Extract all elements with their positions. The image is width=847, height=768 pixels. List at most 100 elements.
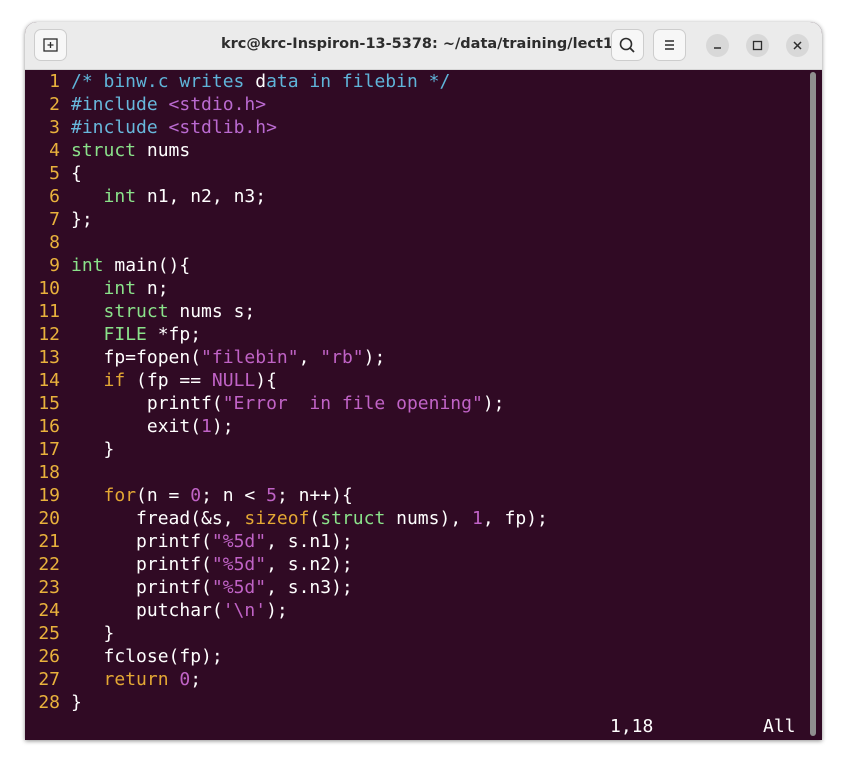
code-text: printf("%5d", s.n2); — [71, 554, 353, 575]
line-number: 21 — [38, 531, 60, 552]
line-number: 19 — [38, 485, 60, 506]
code-line: 28} — [25, 691, 82, 714]
line-number: 24 — [38, 600, 60, 621]
line-number: 7 — [49, 209, 60, 230]
code-line: 22 printf("%5d", s.n2); — [25, 553, 352, 576]
line-number: 28 — [38, 692, 60, 713]
code-text: printf("%5d", s.n3); — [71, 577, 353, 598]
minimize-button[interactable] — [706, 34, 729, 57]
scrollbar[interactable] — [810, 72, 816, 736]
line-number: 8 — [49, 232, 60, 253]
code-line: 20 fread(&s, sizeof(struct nums), 1, fp)… — [25, 507, 548, 530]
code-text: struct nums s; — [103, 301, 256, 322]
line-number: 18 — [38, 462, 60, 483]
close-icon — [793, 41, 802, 50]
code-line: 4 struct nums — [25, 139, 190, 162]
code-line: 27 return 0; — [25, 668, 201, 691]
code-text: { — [71, 163, 82, 184]
code-text: printf("Error in file opening"); — [71, 393, 505, 414]
maximize-icon — [752, 40, 763, 51]
code-line: 14 if (fp == NULL){ — [25, 369, 277, 392]
vim-editor[interactable]: 1,18 All 1 /* binw.c writes data in fileb… — [25, 70, 822, 740]
title-bar: krc@krc-Inspiron-13-5378: ~/data/trainin… — [25, 22, 822, 70]
code-text: putchar('\n'); — [71, 600, 288, 621]
code-line: 13 fp=fopen("filebin", "rb"); — [25, 346, 385, 369]
line-number: 16 — [38, 416, 60, 437]
code-text: int main(){ — [71, 255, 191, 276]
code-line: 3 #include <stdlib.h> — [25, 116, 277, 139]
search-icon — [619, 37, 635, 53]
line-number: 10 — [38, 278, 60, 299]
code-text: printf("%5d", s.n1); — [71, 531, 353, 552]
code-line: 17 } — [25, 438, 114, 461]
terminal-window: krc@krc-Inspiron-13-5378: ~/data/trainin… — [25, 22, 822, 740]
code-line: 1 /* binw.c writes data in filebin */ — [25, 70, 450, 93]
code-text: return 0; — [103, 669, 202, 690]
new-tab-icon — [43, 38, 58, 52]
line-number: 20 — [38, 508, 60, 529]
code-text: int n1, n2, n3; — [103, 186, 267, 207]
line-number: 25 — [38, 623, 60, 644]
code-line: 24 putchar('\n'); — [25, 599, 287, 622]
code-text: for(n = 0; n < 5; n++){ — [103, 485, 353, 506]
code-text: fp=fopen("filebin", "rb"); — [71, 347, 386, 368]
code-text: /* binw.c writes data in filebin */ — [71, 71, 451, 92]
code-text: struct nums — [71, 140, 191, 161]
menu-button[interactable] — [653, 29, 686, 61]
code-line: 21 printf("%5d", s.n1); — [25, 530, 352, 553]
code-text: #include <stdio.h> — [71, 94, 267, 115]
code-text: } — [71, 623, 115, 644]
hamburger-menu-icon — [665, 40, 674, 50]
code-line: 23 printf("%5d", s.n3); — [25, 576, 352, 599]
code-line: 11 struct nums s; — [25, 300, 255, 323]
code-text: } — [71, 692, 82, 713]
text-cursor: d — [255, 71, 267, 92]
cursor-position: 1,18 — [610, 716, 654, 737]
line-number: 2 — [49, 94, 60, 115]
code-line: 7}; — [25, 208, 93, 231]
line-number: 27 — [38, 669, 60, 690]
minimize-icon — [714, 47, 721, 49]
code-line: 26 fclose(fp); — [25, 645, 222, 668]
line-number: 3 — [49, 117, 60, 138]
line-number: 12 — [38, 324, 60, 345]
code-line: 8 — [25, 231, 60, 254]
line-number: 23 — [38, 577, 60, 598]
code-line: 18 — [25, 461, 60, 484]
line-number: 9 — [49, 255, 60, 276]
code-line: 5{ — [25, 162, 82, 185]
code-line: 16 exit(1); — [25, 415, 233, 438]
code-line: 12 FILE *fp; — [25, 323, 201, 346]
close-button[interactable] — [786, 34, 809, 57]
line-number: 1 — [49, 71, 60, 92]
code-text: exit(1); — [71, 416, 234, 437]
line-number: 15 — [38, 393, 60, 414]
code-line: 6 int n1, n2, n3; — [25, 185, 266, 208]
line-number: 17 — [38, 439, 60, 460]
maximize-button[interactable] — [746, 34, 769, 57]
code-text: }; — [71, 209, 93, 230]
code-text: if (fp == NULL){ — [103, 370, 277, 391]
line-number: 4 — [49, 140, 60, 161]
new-tab-button[interactable] — [34, 29, 67, 61]
window-title: krc@krc-Inspiron-13-5378: ~/data/trainin… — [221, 36, 624, 52]
code-text: } — [71, 439, 115, 460]
search-button[interactable] — [611, 29, 644, 61]
line-number: 6 — [49, 186, 60, 207]
code-line: 9 int main(){ — [25, 254, 190, 277]
code-text: FILE *fp; — [103, 324, 202, 345]
line-number: 26 — [38, 646, 60, 667]
code-text: fread(&s, sizeof(struct nums), 1, fp); — [71, 508, 548, 529]
code-line: 19 for(n = 0; n < 5; n++){ — [25, 484, 352, 507]
line-number: 5 — [49, 163, 60, 184]
code-line: 10 int n; — [25, 277, 168, 300]
code-line: 2 #include <stdio.h> — [25, 93, 266, 116]
line-number: 13 — [38, 347, 60, 368]
code-text: #include <stdlib.h> — [71, 117, 277, 138]
scroll-indicator: All — [763, 716, 796, 737]
code-text: int n; — [103, 278, 169, 299]
code-line: 15 printf("Error in file opening"); — [25, 392, 504, 415]
code-line: 25 } — [25, 622, 114, 645]
line-number: 14 — [38, 370, 60, 391]
line-number: 22 — [38, 554, 60, 575]
